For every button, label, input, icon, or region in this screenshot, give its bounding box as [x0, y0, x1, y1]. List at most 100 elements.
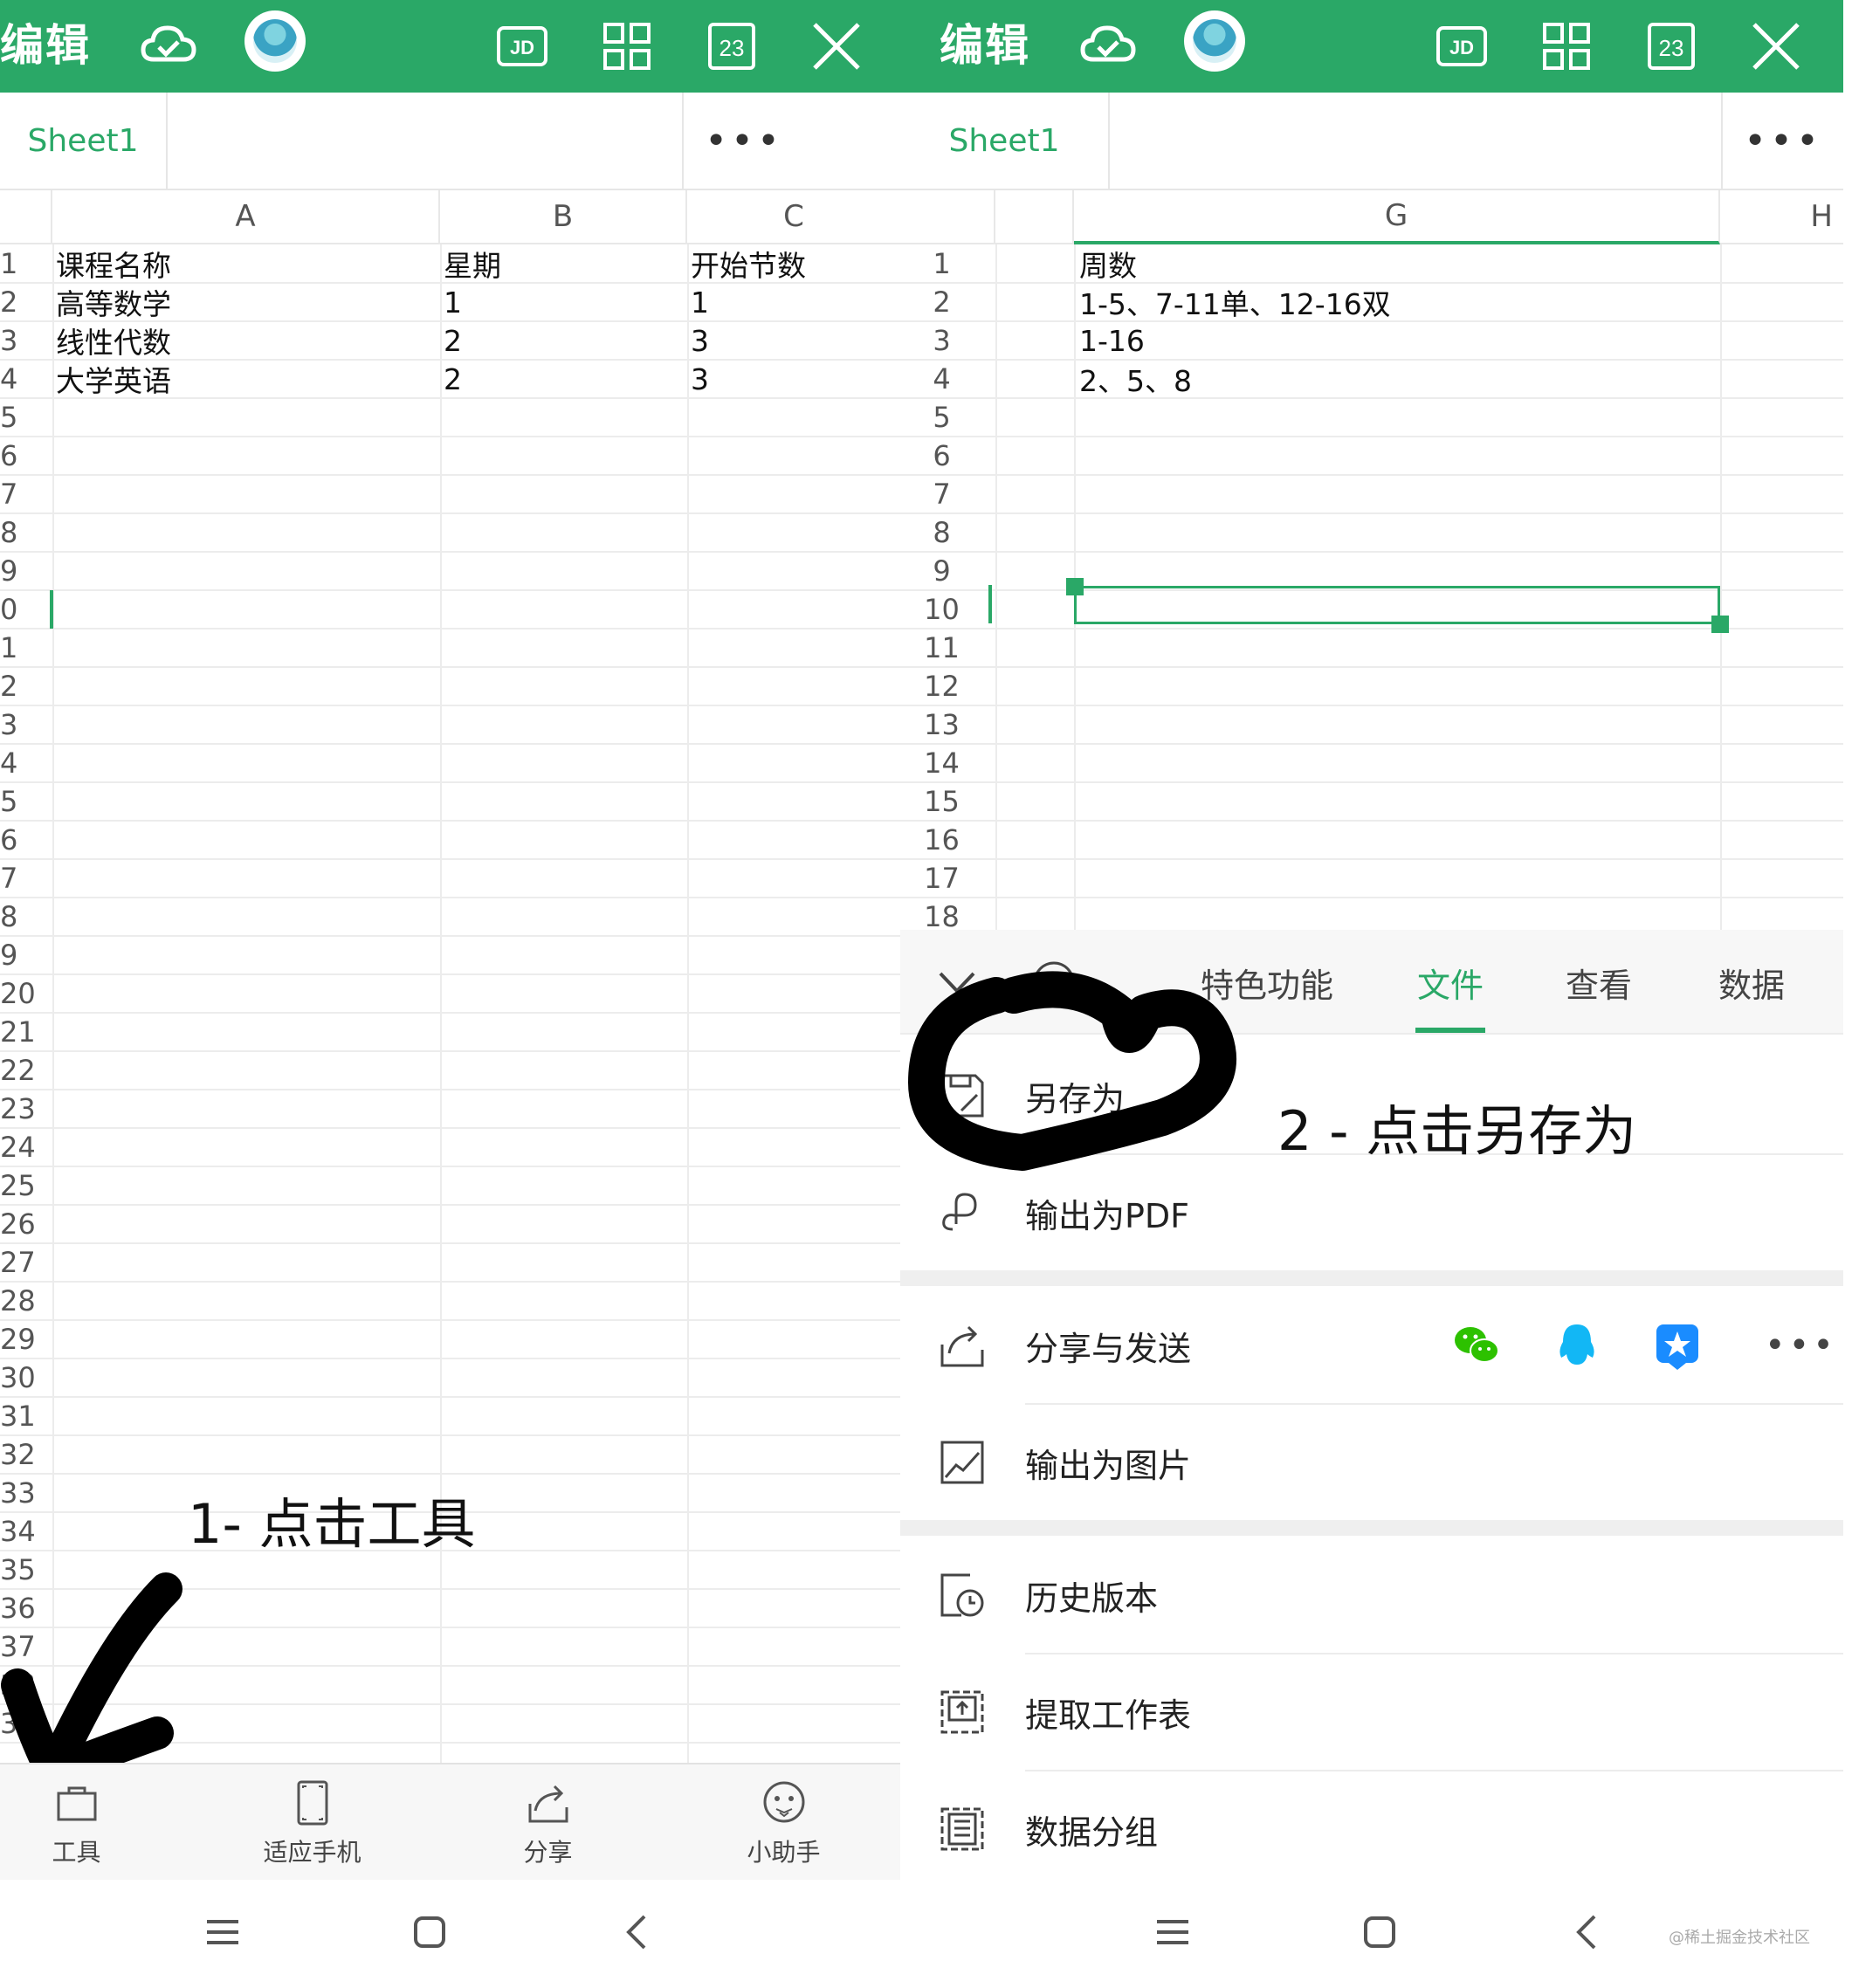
- menu-item-extract-sheet[interactable]: 提取工作表: [900, 1654, 1843, 1770]
- row-number[interactable]: 24: [0, 1128, 36, 1166]
- row-number[interactable]: 0: [0, 590, 17, 629]
- row-number[interactable]: 26: [0, 1205, 36, 1243]
- row-number[interactable]: 2: [0, 283, 17, 321]
- column-header-b[interactable]: B: [440, 190, 687, 244]
- tab-view[interactable]: 查看: [1559, 930, 1638, 1035]
- row-number[interactable]: 6: [900, 437, 983, 475]
- avatar[interactable]: [244, 10, 306, 72]
- row-number[interactable]: 27: [0, 1243, 36, 1282]
- menu-nav-icon[interactable]: [1146, 1906, 1199, 1958]
- menu-item-data-group[interactable]: 数据分组: [900, 1771, 1843, 1887]
- tab-file[interactable]: 文件: [1415, 930, 1485, 1035]
- row-number[interactable]: 21: [0, 1013, 36, 1051]
- dingtalk-star-icon[interactable]: [1651, 1319, 1704, 1372]
- row-number[interactable]: 9: [0, 552, 17, 590]
- row-number[interactable]: 34: [0, 1512, 36, 1551]
- row-number[interactable]: 8: [0, 513, 17, 552]
- cloud-sync-icon[interactable]: [1071, 9, 1146, 84]
- column-header-c[interactable]: C: [687, 190, 900, 244]
- table-cell[interactable]: 3: [691, 321, 709, 360]
- row-number[interactable]: 10: [900, 590, 983, 629]
- row-number[interactable]: 12: [900, 667, 983, 705]
- tab-data[interactable]: 数据: [1712, 930, 1791, 1035]
- table-cell[interactable]: 1-16: [1079, 321, 1145, 360]
- wechat-icon[interactable]: [1450, 1319, 1503, 1372]
- row-number[interactable]: 8: [900, 513, 983, 552]
- toolbar-tools[interactable]: 工具: [0, 1764, 153, 1881]
- column-header-h[interactable]: H: [1720, 190, 1843, 244]
- home-nav-icon[interactable]: [403, 1906, 456, 1958]
- calendar-23-icon[interactable]: 23: [694, 9, 769, 84]
- menu-nav-icon[interactable]: [196, 1906, 249, 1958]
- menu-item-history[interactable]: 历史版本: [900, 1537, 1843, 1653]
- menu-item-share-send[interactable]: 分享与发送 •••: [900, 1288, 1843, 1403]
- toolbar-fit-phone[interactable]: 适应手机: [236, 1764, 389, 1881]
- row-number[interactable]: 4: [0, 744, 17, 782]
- toolbar-share[interactable]: 分享: [472, 1764, 624, 1881]
- row-number[interactable]: 1: [0, 244, 17, 283]
- cloud-sync-icon[interactable]: [131, 9, 206, 84]
- row-number[interactable]: 3: [900, 321, 983, 360]
- corner-cell[interactable]: [0, 190, 52, 244]
- jd-icon[interactable]: JD: [1424, 9, 1499, 84]
- row-number[interactable]: 6: [0, 437, 17, 475]
- row-number[interactable]: 4: [900, 360, 983, 398]
- row-number[interactable]: 14: [900, 744, 983, 782]
- apps-grid-icon[interactable]: [1529, 9, 1604, 84]
- avatar[interactable]: [1184, 10, 1245, 72]
- table-cell[interactable]: 星期: [444, 244, 501, 283]
- edit-title[interactable]: 编辑: [0, 10, 91, 73]
- share-more-button[interactable]: •••: [1765, 1325, 1837, 1365]
- row-number[interactable]: 2: [0, 667, 17, 705]
- jd-icon[interactable]: JD: [485, 9, 560, 84]
- row-number[interactable]: 28: [0, 1282, 36, 1320]
- row-number[interactable]: 3: [0, 705, 17, 744]
- calendar-23-icon[interactable]: 23: [1634, 9, 1709, 84]
- selected-cell-g10[interactable]: [1074, 586, 1720, 624]
- row-number[interactable]: 29: [0, 1320, 36, 1359]
- row-number[interactable]: 7: [900, 475, 983, 513]
- close-icon[interactable]: [1738, 9, 1814, 84]
- row-number[interactable]: 23: [0, 1090, 36, 1128]
- back-nav-icon[interactable]: [1561, 1906, 1614, 1958]
- edit-title-right[interactable]: 编辑: [940, 10, 1030, 73]
- table-cell[interactable]: 课程名称: [56, 244, 171, 283]
- table-cell[interactable]: 线性代数: [56, 321, 171, 360]
- table-cell[interactable]: 周数: [1079, 244, 1137, 283]
- table-cell[interactable]: 开始节数: [691, 244, 806, 283]
- table-cell[interactable]: 2: [444, 360, 462, 398]
- column-header-a[interactable]: A: [52, 190, 440, 244]
- column-header-g[interactable]: G: [1074, 190, 1720, 244]
- row-number[interactable]: 5: [0, 398, 17, 437]
- row-number[interactable]: 9: [0, 936, 17, 974]
- row-number[interactable]: 17: [900, 859, 983, 898]
- row-number[interactable]: 16: [900, 821, 983, 859]
- tab-sheet1[interactable]: Sheet1: [900, 93, 1110, 189]
- row-number[interactable]: 33: [0, 1474, 36, 1512]
- qq-icon[interactable]: [1551, 1319, 1603, 1372]
- row-number[interactable]: 7: [0, 859, 17, 898]
- tab-sheet1[interactable]: Sheet1: [0, 93, 168, 189]
- column-header-hidden[interactable]: [995, 190, 1074, 244]
- row-number[interactable]: 1: [900, 244, 983, 283]
- close-icon[interactable]: [799, 9, 874, 84]
- row-number[interactable]: 25: [0, 1166, 36, 1205]
- corner-cell[interactable]: [900, 190, 995, 244]
- menu-item-export-image[interactable]: 输出为图片: [900, 1405, 1843, 1520]
- home-nav-icon[interactable]: [1353, 1906, 1406, 1958]
- table-cell[interactable]: 1-5、7-11单、12-16双: [1079, 283, 1391, 321]
- row-number[interactable]: 13: [900, 705, 983, 744]
- row-number[interactable]: 11: [900, 629, 983, 667]
- table-cell[interactable]: 高等数学: [56, 283, 171, 321]
- row-number[interactable]: 9: [900, 552, 983, 590]
- table-cell[interactable]: 1: [444, 283, 462, 321]
- table-cell[interactable]: 1: [691, 283, 709, 321]
- table-cell[interactable]: 2: [444, 321, 462, 360]
- sheet-more-button[interactable]: •••: [1721, 93, 1843, 189]
- apps-grid-icon[interactable]: [589, 9, 664, 84]
- row-number[interactable]: 8: [0, 898, 17, 936]
- row-number[interactable]: 30: [0, 1359, 36, 1397]
- selection-handle-start[interactable]: [1066, 578, 1084, 595]
- row-number[interactable]: 7: [0, 475, 17, 513]
- table-cell[interactable]: 3: [691, 360, 709, 398]
